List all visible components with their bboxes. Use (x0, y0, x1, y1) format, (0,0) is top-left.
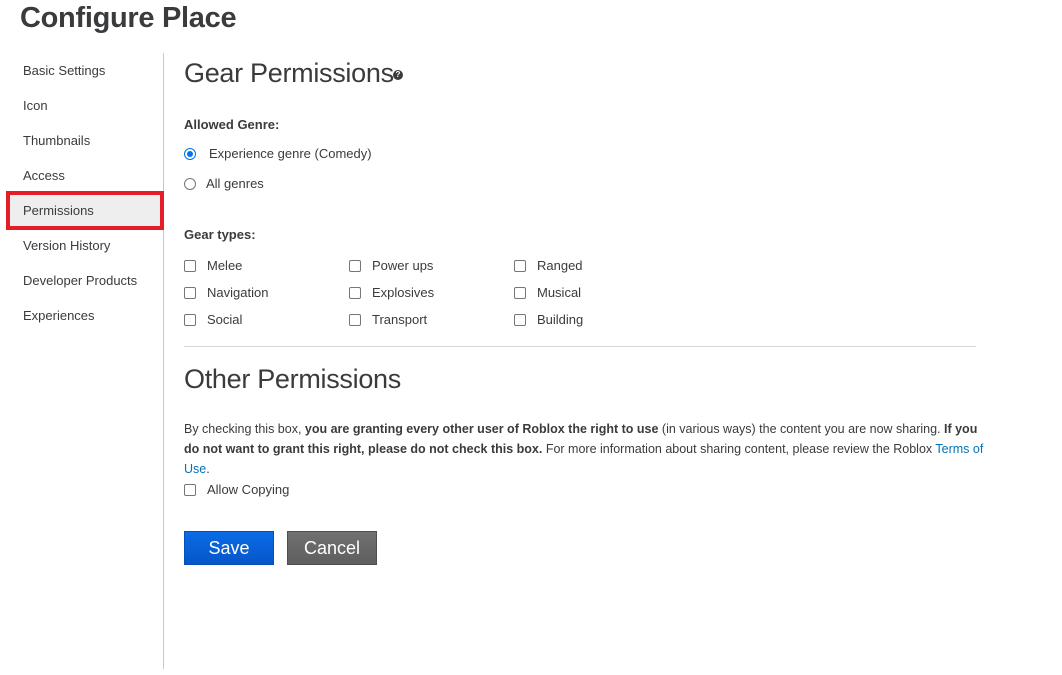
gear-type-label: Social (207, 312, 243, 327)
explosives-checkbox[interactable] (349, 286, 361, 299)
gear-type-musical[interactable]: Musical (514, 285, 581, 300)
genre-option-all[interactable]: All genres (184, 176, 264, 191)
allow-copying-label: Allow Copying (207, 482, 290, 497)
disclaimer-text: For more information about sharing conte… (542, 442, 936, 456)
musical-checkbox[interactable] (514, 286, 526, 299)
gear-type-building[interactable]: Building (514, 312, 583, 327)
allowed-genre-label: Allowed Genre: (184, 117, 280, 132)
gear-type-label: Transport (372, 312, 428, 327)
ranged-checkbox[interactable] (514, 259, 526, 272)
sidebar-nav: Basic Settings Icon Thumbnails Access Pe… (6, 53, 164, 669)
building-checkbox[interactable] (514, 313, 526, 326)
gear-type-label: Ranged (537, 258, 583, 273)
gear-type-navigation[interactable]: Navigation (184, 285, 268, 300)
sidebar-item-thumbnails[interactable]: Thumbnails (8, 123, 162, 158)
sidebar-item-version-history[interactable]: Version History (8, 228, 162, 263)
genre-option-label: Experience genre (Comedy) (209, 146, 372, 161)
allow-copying-checkbox[interactable] (184, 483, 196, 496)
gear-type-label: Melee (207, 258, 243, 273)
genre-radio-all[interactable] (184, 177, 196, 190)
sidebar-item-developer-products[interactable]: Developer Products (8, 263, 162, 298)
genre-option-label: All genres (206, 176, 264, 191)
disclaimer-text: . (206, 462, 210, 476)
transport-checkbox[interactable] (349, 313, 361, 326)
question-circle-icon[interactable]: ? (393, 70, 403, 80)
gear-type-social[interactable]: Social (184, 312, 242, 327)
disclaimer-bold-text: you are granting every other user of Rob… (304, 422, 659, 436)
gear-type-power-ups[interactable]: Power ups (349, 258, 433, 273)
allow-copying-option[interactable]: Allow Copying (184, 482, 289, 497)
gear-type-label: Explosives (372, 285, 435, 300)
gear-type-label: Musical (537, 285, 582, 300)
gear-type-label: Building (537, 312, 584, 327)
gear-type-label: Power ups (372, 258, 434, 273)
cancel-button[interactable]: Cancel (287, 531, 377, 565)
sidebar-item-basic-settings[interactable]: Basic Settings (8, 53, 162, 88)
social-checkbox[interactable] (184, 313, 196, 326)
disclaimer-text: (in various ways) the content you are no… (658, 422, 944, 436)
sidebar-item-experiences[interactable]: Experiences (8, 298, 162, 333)
genre-radio-experience[interactable] (184, 147, 196, 160)
melee-checkbox[interactable] (184, 259, 196, 272)
gear-type-label: Navigation (207, 285, 269, 300)
sidebar-item-icon[interactable]: Icon (8, 88, 162, 123)
gear-type-melee[interactable]: Melee (184, 258, 242, 273)
navigation-checkbox[interactable] (184, 286, 196, 299)
power-ups-checkbox[interactable] (349, 259, 361, 272)
section-divider (184, 346, 976, 347)
gear-type-explosives[interactable]: Explosives (349, 285, 434, 300)
save-button[interactable]: Save (184, 531, 274, 565)
gear-types-label: Gear types: (184, 227, 256, 242)
gear-permissions-heading: Gear Permissions (184, 58, 394, 88)
sidebar-item-access[interactable]: Access (8, 158, 162, 193)
gear-type-ranged[interactable]: Ranged (514, 258, 583, 273)
genre-option-experience[interactable]: Experience genre (Comedy) (184, 146, 372, 161)
disclaimer-text: By checking this box, (184, 422, 305, 436)
page-title: Configure Place (20, 2, 237, 34)
other-permissions-heading: Other Permissions (184, 364, 401, 394)
sidebar-item-permissions[interactable]: Permissions (6, 191, 164, 230)
gear-type-transport[interactable]: Transport (349, 312, 427, 327)
sharing-disclaimer: By checking this box, you are granting e… (184, 419, 984, 479)
